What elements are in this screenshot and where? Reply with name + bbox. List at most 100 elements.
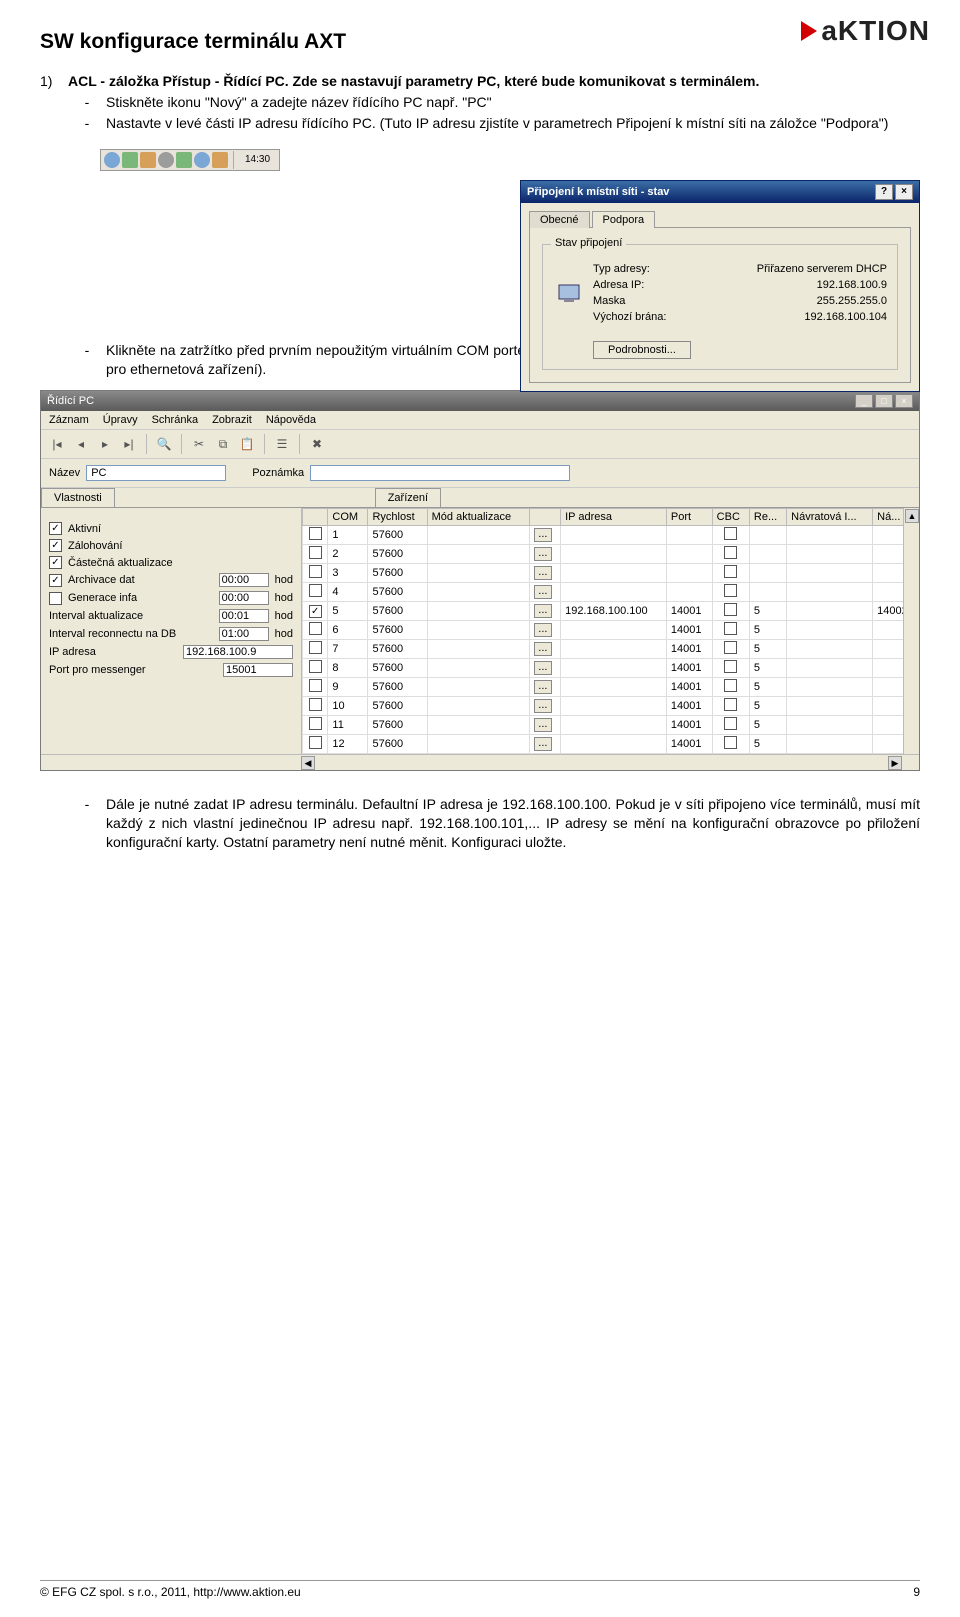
grid-header[interactable]: Port — [666, 509, 712, 526]
grid-checkbox[interactable] — [724, 622, 737, 635]
grid-checkbox[interactable] — [309, 698, 322, 711]
grid-checkbox[interactable] — [309, 736, 322, 749]
scroll-up-icon[interactable]: ▲ — [905, 509, 919, 523]
grid-checkbox[interactable]: ✓ — [309, 605, 322, 618]
ellipsis-button[interactable]: ... — [534, 680, 552, 694]
port-input[interactable] — [223, 663, 293, 677]
toolbar-list-icon[interactable]: ☰ — [272, 434, 292, 454]
grid-checkbox[interactable] — [724, 660, 737, 673]
ellipsis-button[interactable]: ... — [534, 623, 552, 637]
checkbox[interactable]: ✓ — [49, 574, 62, 587]
dialog-help-button[interactable]: ? — [875, 184, 893, 200]
grid-checkbox[interactable] — [309, 717, 322, 730]
table-row[interactable]: 157600... — [303, 526, 919, 545]
grid-checkbox[interactable] — [724, 641, 737, 654]
grid-checkbox[interactable] — [724, 565, 737, 578]
tab-zarizeni[interactable]: Zařízení — [375, 488, 441, 507]
ellipsis-button[interactable]: ... — [534, 528, 552, 542]
prop-input[interactable] — [219, 573, 269, 587]
grid-checkbox[interactable] — [309, 641, 322, 654]
dialog-tab-support[interactable]: Podpora — [592, 211, 656, 228]
name-input[interactable] — [86, 465, 226, 481]
grid-checkbox[interactable] — [724, 527, 737, 540]
prop-input[interactable] — [219, 609, 269, 623]
close-button[interactable]: × — [895, 394, 913, 408]
grid-checkbox[interactable] — [724, 698, 737, 711]
menu-item[interactable]: Úpravy — [103, 414, 138, 426]
ellipsis-button[interactable]: ... — [534, 642, 552, 656]
devices-grid[interactable]: COMRychlostMód aktualizace IP adresaPortC… — [302, 508, 919, 754]
toolbar-delete-icon[interactable]: ✖ — [307, 434, 327, 454]
ellipsis-button[interactable]: ... — [534, 566, 552, 580]
prop-input[interactable] — [219, 591, 269, 605]
grid-checkbox[interactable] — [309, 660, 322, 673]
grid-header[interactable]: CBC — [712, 509, 749, 526]
table-row[interactable]: 357600... — [303, 564, 919, 583]
grid-checkbox[interactable] — [309, 527, 322, 540]
grid-header[interactable]: IP adresa — [561, 509, 667, 526]
grid-checkbox[interactable] — [724, 717, 737, 730]
tab-vlastnosti[interactable]: Vlastnosti — [41, 488, 115, 507]
horizontal-scrollbar[interactable]: ◀ ▶ — [41, 754, 919, 770]
grid-header[interactable]: Návratová I... — [787, 509, 873, 526]
table-row[interactable]: 757600...140015 — [303, 640, 919, 659]
grid-header[interactable]: Re... — [749, 509, 786, 526]
note-input[interactable] — [310, 465, 570, 481]
toolbar-copy-icon[interactable]: ⧉ — [213, 434, 233, 454]
menu-item[interactable]: Schránka — [152, 414, 198, 426]
table-row[interactable]: 657600...140015 — [303, 621, 919, 640]
menu-item[interactable]: Nápověda — [266, 414, 316, 426]
grid-checkbox[interactable] — [724, 679, 737, 692]
table-row[interactable]: 857600...140015 — [303, 659, 919, 678]
dialog-close-button[interactable]: × — [895, 184, 913, 200]
checkbox[interactable]: ✓ — [49, 539, 62, 552]
table-row[interactable]: 1257600...140015 — [303, 735, 919, 754]
ellipsis-button[interactable]: ... — [534, 585, 552, 599]
toolbar-paste-icon[interactable]: 📋 — [237, 434, 257, 454]
grid-checkbox[interactable] — [309, 546, 322, 559]
grid-checkbox[interactable] — [724, 603, 737, 616]
toolbar-first-icon[interactable]: |◂ — [47, 434, 67, 454]
scroll-left-icon[interactable]: ◀ — [301, 756, 315, 770]
details-button[interactable]: Podrobnosti... — [593, 341, 691, 359]
grid-header[interactable]: COM — [328, 509, 368, 526]
menu-item[interactable]: Záznam — [49, 414, 89, 426]
toolbar-next-icon[interactable]: ▸ — [95, 434, 115, 454]
grid-header[interactable]: Rychlost — [368, 509, 427, 526]
toolbar-search-icon[interactable]: 🔍 — [154, 434, 174, 454]
toolbar-last-icon[interactable]: ▸| — [119, 434, 139, 454]
toolbar-cut-icon[interactable]: ✂ — [189, 434, 209, 454]
grid-checkbox[interactable] — [724, 584, 737, 597]
grid-checkbox[interactable] — [309, 565, 322, 578]
toolbar-prev-icon[interactable]: ◂ — [71, 434, 91, 454]
ellipsis-button[interactable]: ... — [534, 737, 552, 751]
dialog-tab-general[interactable]: Obecné — [529, 211, 590, 228]
table-row[interactable]: 457600... — [303, 583, 919, 602]
table-row[interactable]: 957600...140015 — [303, 678, 919, 697]
ellipsis-button[interactable]: ... — [534, 661, 552, 675]
grid-header[interactable] — [303, 509, 328, 526]
grid-header[interactable] — [529, 509, 560, 526]
table-row[interactable]: 1157600...140015 — [303, 716, 919, 735]
ellipsis-button[interactable]: ... — [534, 718, 552, 732]
scroll-right-icon[interactable]: ▶ — [888, 756, 902, 770]
table-row[interactable]: ✓557600...192.168.100.10014001514002 — [303, 602, 919, 621]
ellipsis-button[interactable]: ... — [534, 547, 552, 561]
grid-header[interactable]: Mód aktualizace — [427, 509, 529, 526]
minimize-button[interactable]: _ — [855, 394, 873, 408]
prop-input[interactable] — [219, 627, 269, 641]
checkbox[interactable]: ✓ — [49, 522, 62, 535]
checkbox[interactable]: ✓ — [49, 556, 62, 569]
grid-checkbox[interactable] — [309, 622, 322, 635]
vertical-scrollbar[interactable]: ▲ — [903, 508, 919, 754]
grid-checkbox[interactable] — [309, 679, 322, 692]
ellipsis-button[interactable]: ... — [534, 699, 552, 713]
checkbox[interactable] — [49, 592, 62, 605]
grid-checkbox[interactable] — [724, 736, 737, 749]
table-row[interactable]: 1057600...140015 — [303, 697, 919, 716]
grid-checkbox[interactable] — [309, 584, 322, 597]
ip-input[interactable] — [183, 645, 293, 659]
maximize-button[interactable]: □ — [875, 394, 893, 408]
menu-item[interactable]: Zobrazit — [212, 414, 252, 426]
grid-checkbox[interactable] — [724, 546, 737, 559]
